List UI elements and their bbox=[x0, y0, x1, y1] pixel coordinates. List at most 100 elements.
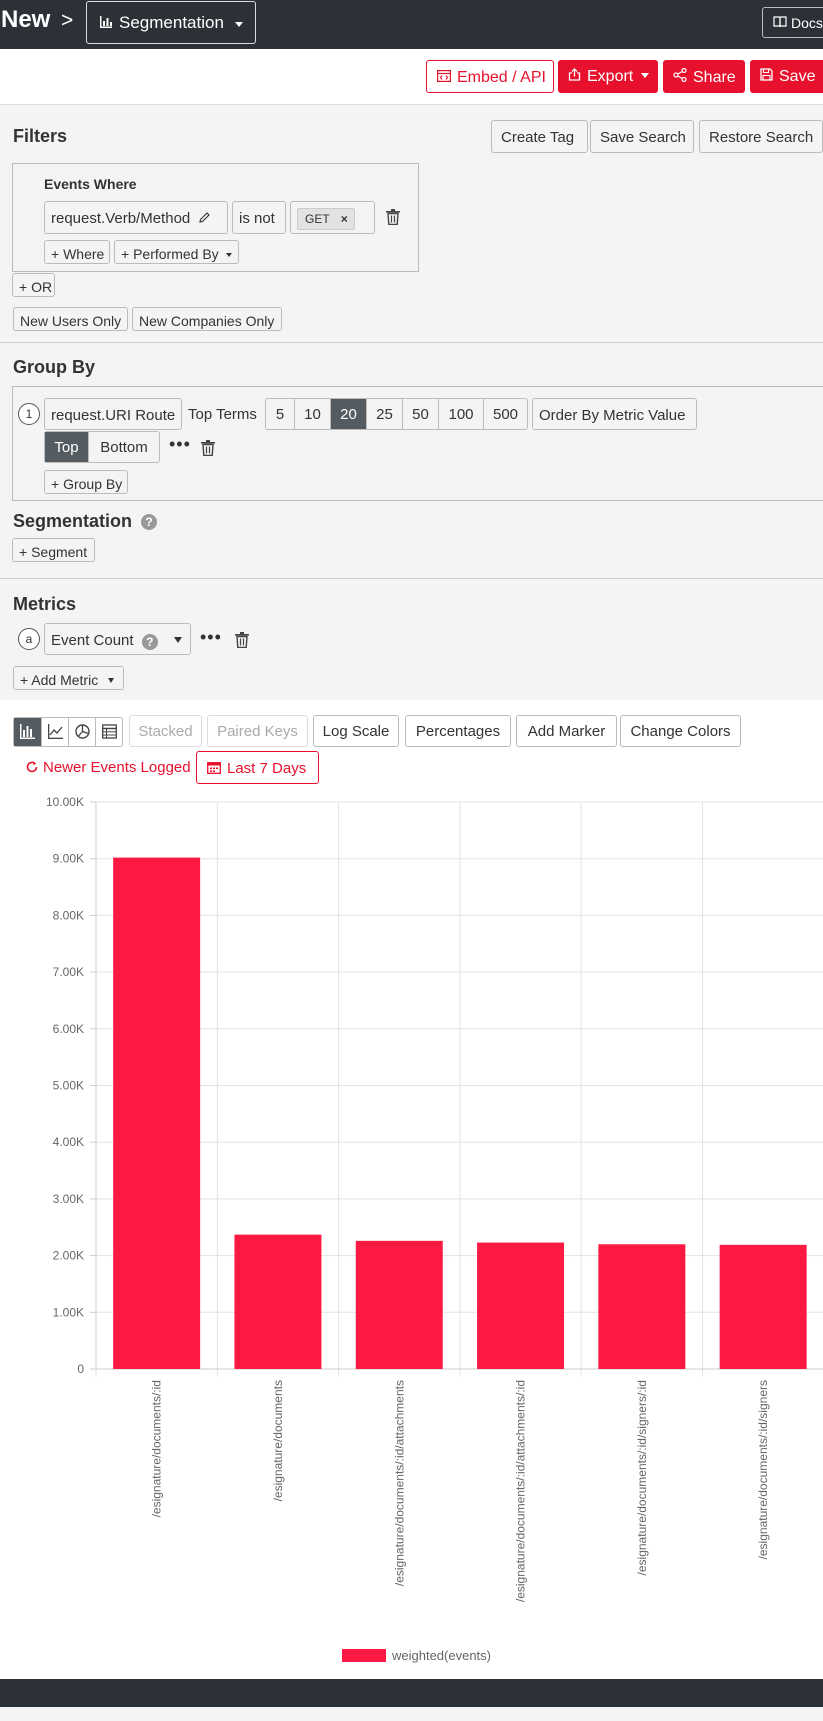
add-where-button[interactable]: + Where bbox=[44, 240, 110, 264]
restore-search-button[interactable]: Restore Search bbox=[699, 120, 823, 153]
filters-title: Filters bbox=[13, 126, 68, 146]
refresh-icon bbox=[26, 760, 38, 777]
embed-api-button[interactable]: Embed / API bbox=[426, 60, 554, 93]
help-icon[interactable]: ? bbox=[141, 514, 158, 530]
save-label: Save bbox=[779, 68, 816, 85]
table-icon[interactable] bbox=[95, 718, 122, 746]
change-colors-button[interactable]: Change Colors bbox=[620, 715, 741, 747]
y-tick-label: 9.00K bbox=[53, 852, 84, 866]
section-divider bbox=[0, 578, 823, 579]
percentages-toggle[interactable]: Percentages bbox=[405, 715, 511, 747]
add-segment-button[interactable]: + Segment bbox=[12, 538, 95, 562]
y-tick-label: 10.00K bbox=[46, 795, 84, 809]
direction-bottom[interactable]: Bottom bbox=[89, 432, 159, 462]
date-range-label: Last 7 Days bbox=[227, 760, 307, 777]
add-metric-label: + Add Metric bbox=[20, 672, 99, 688]
add-group-by-button[interactable]: + Group By bbox=[44, 470, 128, 494]
breadcrumb-separator: > bbox=[61, 9, 74, 32]
bar bbox=[355, 1240, 443, 1369]
view-type-label: Segmentation bbox=[119, 13, 224, 32]
date-range-button[interactable]: Last 7 Days bbox=[196, 751, 319, 784]
y-tick-label: 2.00K bbox=[53, 1249, 84, 1263]
add-metric-button[interactable]: + Add Metric bbox=[13, 666, 124, 690]
term-option[interactable]: 25 bbox=[367, 399, 403, 429]
add-marker-button[interactable]: Add Marker bbox=[516, 715, 617, 747]
y-tick-label: 6.00K bbox=[53, 1022, 84, 1036]
chevron-down-icon bbox=[640, 73, 649, 78]
view-type-dropdown[interactable]: Segmentation bbox=[86, 1, 256, 44]
group-by-field[interactable]: request.URI Route bbox=[44, 398, 182, 430]
chart-type-selector bbox=[13, 717, 123, 747]
order-by-button[interactable]: Order By Metric Value bbox=[532, 398, 697, 430]
bar bbox=[477, 1242, 565, 1369]
create-tag-button[interactable]: Create Tag bbox=[491, 120, 588, 153]
paired-keys-toggle[interactable]: Paired Keys bbox=[207, 715, 308, 747]
x-tick-label: /esignature/documents/:id/attachments/:i… bbox=[514, 1380, 528, 1602]
direction-top[interactable]: Top bbox=[45, 432, 89, 462]
x-tick-label: /esignature/documents bbox=[271, 1380, 285, 1501]
export-button[interactable]: Export bbox=[558, 60, 658, 93]
docs-button[interactable]: Docs bbox=[762, 7, 823, 38]
legend-swatch bbox=[342, 1649, 386, 1662]
bar bbox=[113, 857, 201, 1369]
metric-selector[interactable]: Event Count ? bbox=[44, 623, 191, 655]
help-icon[interactable]: ? bbox=[141, 634, 158, 650]
legend-label: weighted(events) bbox=[391, 1648, 491, 1663]
new-users-only-toggle[interactable]: New Users Only bbox=[13, 307, 128, 331]
bar-chart-icon bbox=[99, 14, 113, 28]
metric-label: Event Count bbox=[51, 632, 134, 649]
term-option[interactable]: 500 bbox=[484, 399, 527, 429]
bar bbox=[598, 1244, 686, 1369]
refresh-newer-events[interactable]: Newer Events Logged bbox=[26, 759, 191, 777]
term-option[interactable]: 10 bbox=[295, 399, 331, 429]
performed-by-button[interactable]: + Performed By bbox=[114, 240, 239, 264]
save-icon bbox=[760, 68, 773, 84]
direction-selector: Top Bottom bbox=[44, 431, 160, 463]
more-options-icon[interactable]: ••• bbox=[200, 627, 222, 648]
chart-panel: Stacked Paired Keys Log Scale Percentage… bbox=[0, 700, 823, 1679]
save-search-button[interactable]: Save Search bbox=[590, 120, 694, 153]
trash-icon[interactable] bbox=[235, 632, 249, 648]
segmentation-title: Segmentation ? bbox=[13, 511, 158, 532]
x-tick-label: /esignature/documents/:id bbox=[150, 1380, 164, 1517]
share-button[interactable]: Share bbox=[663, 60, 745, 93]
y-tick-label: 8.00K bbox=[53, 908, 84, 922]
close-icon[interactable]: × bbox=[341, 212, 348, 226]
log-scale-toggle[interactable]: Log Scale bbox=[313, 715, 399, 747]
stacked-toggle[interactable]: Stacked bbox=[129, 715, 202, 747]
y-tick-label: 4.00K bbox=[53, 1135, 84, 1149]
events-where-label: Events Where bbox=[44, 176, 137, 192]
performed-by-label: + Performed By bbox=[121, 246, 219, 262]
segmentation-title-label: Segmentation bbox=[13, 511, 133, 531]
filter-value-input[interactable]: GET × bbox=[290, 201, 375, 234]
top-terms-selector: 5 10 20 25 50 100 500 bbox=[265, 398, 528, 430]
save-button[interactable]: Save bbox=[750, 60, 823, 93]
new-companies-only-toggle[interactable]: New Companies Only bbox=[132, 307, 282, 331]
top-terms-label: Top Terms bbox=[188, 406, 257, 423]
y-tick-label: 1.00K bbox=[53, 1305, 84, 1319]
group-index-badge: 1 bbox=[18, 403, 40, 425]
term-option[interactable]: 50 bbox=[403, 399, 439, 429]
bar-chart-icon[interactable] bbox=[14, 718, 41, 746]
new-label[interactable]: New bbox=[1, 6, 50, 34]
chevron-down-icon bbox=[225, 253, 232, 257]
term-option[interactable]: 100 bbox=[439, 399, 484, 429]
term-option-selected[interactable]: 20 bbox=[331, 399, 367, 429]
code-icon bbox=[437, 69, 452, 85]
y-tick-label: 7.00K bbox=[53, 965, 84, 979]
more-options-icon[interactable]: ••• bbox=[169, 434, 191, 455]
action-bar: Embed / API Export Share Save bbox=[0, 49, 823, 105]
bottom-bar bbox=[0, 1679, 823, 1707]
pie-chart-icon[interactable] bbox=[68, 718, 95, 746]
term-option[interactable]: 5 bbox=[266, 399, 295, 429]
filter-field[interactable]: request.Verb/Method bbox=[44, 201, 228, 234]
trash-icon[interactable] bbox=[201, 440, 215, 456]
or-button[interactable]: + OR bbox=[12, 273, 55, 297]
trash-icon[interactable] bbox=[386, 209, 400, 225]
book-icon bbox=[773, 15, 787, 31]
line-chart-icon[interactable] bbox=[41, 718, 68, 746]
pencil-icon bbox=[199, 210, 211, 227]
filter-operator[interactable]: is not bbox=[232, 201, 286, 234]
filter-field-label: request.Verb/Method bbox=[51, 210, 191, 227]
chevron-down-icon bbox=[108, 678, 115, 683]
